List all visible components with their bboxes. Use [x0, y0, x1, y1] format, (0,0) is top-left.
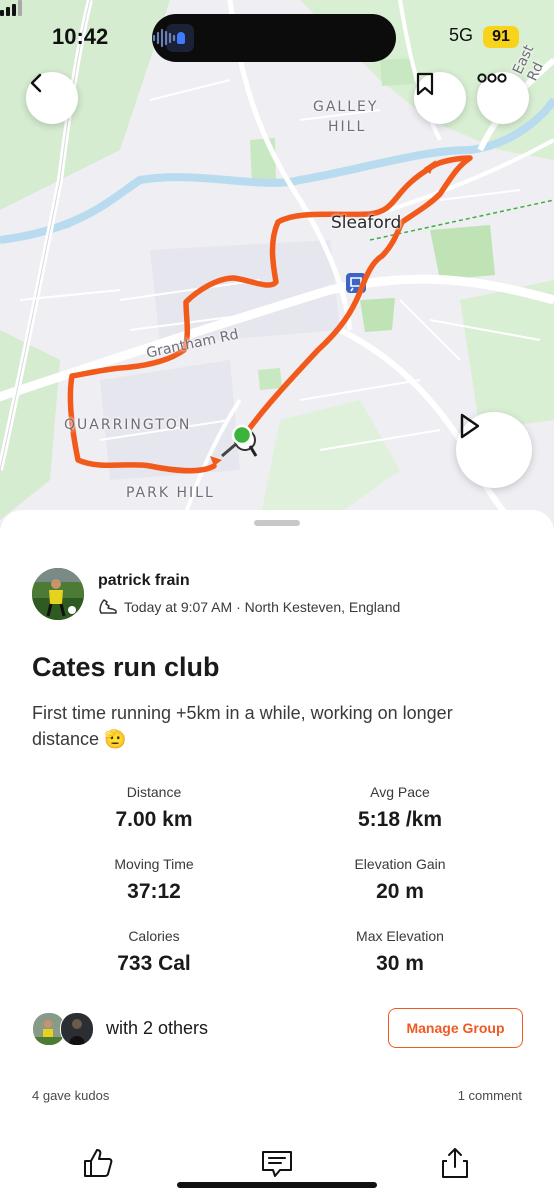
stat-value: 30 m	[376, 952, 424, 975]
audio-wave-icon	[152, 28, 176, 48]
more-options-button[interactable]	[477, 72, 529, 124]
manage-group-button[interactable]: Manage Group	[388, 1008, 523, 1048]
dynamic-island[interactable]	[152, 14, 396, 62]
stat-value: 20 m	[376, 880, 424, 903]
stat-label: Avg Pace	[370, 784, 430, 800]
map-label-park-hill: PARK HILL	[126, 485, 215, 501]
athlete-name[interactable]: patrick frain	[98, 572, 190, 590]
group-text[interactable]: with 2 others	[106, 1018, 208, 1039]
stat-elevation-gain: Elevation Gain 20 m	[300, 856, 500, 904]
map-label-quarrington: QUARRINGTON	[64, 417, 192, 433]
stat-max-elevation: Max Elevation 30 m	[300, 928, 500, 976]
play-icon	[460, 413, 480, 439]
stat-calories: Calories 733 Cal	[54, 928, 254, 976]
activity-meta: Today at 9:07 AM · North Kesteven, Engla…	[98, 598, 400, 616]
sheet-drag-handle[interactable]	[254, 520, 300, 526]
activity-sheet: patrick frain Today at 9:07 AM · North K…	[0, 510, 554, 1200]
map-label-galley: GALLEY	[313, 99, 379, 115]
route-map[interactable]: GALLEY HILL Sleaford Grantham Rd QUARRIN…	[0, 0, 554, 530]
comment-icon[interactable]	[260, 1146, 294, 1180]
avatar[interactable]	[32, 568, 84, 620]
stat-value: 733 Cal	[117, 952, 191, 975]
map-label-hill: HILL	[328, 119, 367, 135]
more-dots-icon	[477, 73, 507, 83]
athlete-photo	[32, 568, 84, 620]
status-bar: 10:42 5G 91	[0, 0, 554, 70]
bookmark-icon	[416, 72, 434, 96]
group-member-avatar	[60, 1012, 94, 1046]
activity-title: Cates run club	[32, 652, 220, 682]
activity-description: First time running +5km in a while, work…	[32, 703, 453, 749]
save-route-button[interactable]	[414, 72, 466, 124]
network-type: 5G	[449, 25, 474, 45]
stat-label: Moving Time	[114, 856, 194, 872]
stat-label: Calories	[128, 928, 180, 944]
battery-indicator: 91	[483, 26, 519, 48]
stat-label: Distance	[126, 784, 182, 800]
home-indicator[interactable]	[177, 1182, 377, 1188]
running-shoe-icon	[99, 599, 117, 614]
activity-meta-text: Today at 9:07 AM · North Kesteven, Engla…	[124, 599, 401, 615]
flyover-play-button[interactable]	[456, 412, 532, 488]
signal-icon	[0, 0, 22, 16]
stat-value: 5:18 /km	[357, 808, 443, 831]
kudos-thumbs-up-icon[interactable]	[81, 1146, 115, 1180]
chevron-left-icon	[30, 73, 42, 93]
stat-label: Max Elevation	[356, 928, 444, 944]
start-marker	[231, 424, 253, 446]
kudos-count[interactable]: 4 gave kudos	[32, 1088, 109, 1103]
stat-value: 7.00 km	[115, 808, 193, 831]
status-time: 10:42	[52, 24, 109, 49]
group-avatars[interactable]	[32, 1012, 94, 1046]
share-icon[interactable]	[438, 1146, 472, 1180]
map-label-sleaford: Sleaford	[331, 213, 402, 233]
stat-moving-time: Moving Time 37:12	[54, 856, 254, 904]
comment-count[interactable]: 1 comment	[458, 1088, 522, 1103]
stat-avg-pace: Avg Pace 5:18 /km	[300, 784, 500, 832]
stat-value: 37:12	[127, 880, 181, 903]
back-button[interactable]	[26, 72, 78, 124]
stat-distance: Distance 7.00 km	[54, 784, 254, 832]
stat-label: Elevation Gain	[354, 856, 446, 872]
